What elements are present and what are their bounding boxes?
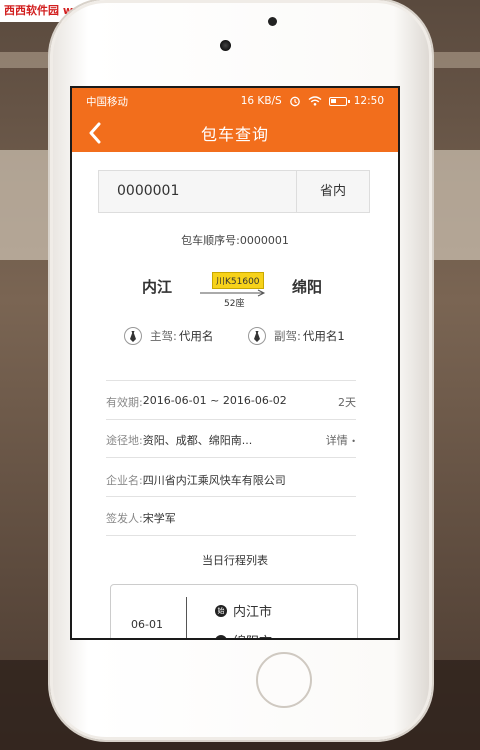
nav-bar: 包车查询	[72, 114, 398, 152]
tie-icon	[124, 327, 142, 345]
status-bar: 中国移动 16 KB/S 12:50	[72, 88, 398, 114]
clock-time: 12:50	[353, 95, 384, 107]
company-value: 四川省内江乘风快车有限公司	[142, 474, 286, 487]
charter-number-input[interactable]: 0000001	[99, 171, 296, 212]
itinerary-date: 06-01	[131, 618, 163, 631]
itinerary-stop: 绵阳市	[215, 631, 272, 638]
seat-count: 52座	[224, 299, 245, 309]
home-button[interactable]	[256, 652, 312, 708]
validity-label: 有效期:	[106, 396, 143, 409]
divider	[106, 496, 356, 497]
validity-days: 2天	[338, 396, 356, 409]
via-value: 资阳、成都、绵阳南...	[142, 434, 253, 447]
itinerary-title: 当日行程列表	[202, 554, 268, 567]
itinerary-stop: 始 内江市	[215, 601, 272, 620]
destination-city: 绵阳	[292, 278, 323, 296]
company-row: 企业名: 四川省内江乘风快车有限公司	[106, 472, 356, 488]
main-driver-name: 代用名	[178, 329, 214, 343]
alarm-icon	[289, 96, 300, 107]
divider	[106, 535, 356, 536]
phone-speaker	[268, 17, 277, 26]
tie-icon	[248, 327, 266, 345]
start-badge: 始	[215, 604, 227, 617]
issuer-value: 宋学军	[142, 512, 176, 525]
carrier-label: 中国移动	[86, 95, 128, 108]
back-arrow-icon[interactable]	[84, 120, 108, 146]
app-screen: 中国移动 16 KB/S 12:50 包车查询 0000001 省内 包车顺序号…	[70, 86, 400, 640]
validity-value: 2016-06-01 ~ 2016-06-02	[142, 394, 287, 407]
phone-camera	[220, 40, 231, 51]
divider	[106, 457, 356, 458]
route-summary: 内江 川K51600 52座 绵阳	[72, 262, 398, 312]
stop-name: 内江市	[233, 605, 273, 620]
co-driver: 副驾: 代用名1	[248, 327, 345, 345]
validity-row: 有效期: 2016-06-01 ~ 2016-06-02 2天	[106, 394, 356, 410]
via-row[interactable]: 途径地: 资阳、成都、绵阳南... 详情 •	[106, 432, 356, 448]
co-driver-name: 代用名1	[302, 329, 345, 343]
divider	[106, 380, 356, 381]
page-title: 包车查询	[200, 125, 269, 144]
main-driver-label: 主驾:	[150, 329, 177, 343]
via-label: 途径地:	[106, 434, 143, 447]
province-selector[interactable]: 省内	[296, 171, 369, 212]
search-box: 0000001 省内	[98, 170, 370, 213]
main-driver: 主驾: 代用名	[124, 327, 213, 345]
co-driver-label: 副驾:	[274, 329, 301, 343]
wifi-icon	[308, 96, 322, 106]
license-plate: 川K51600	[212, 272, 264, 289]
issuer-row: 签发人: 宋学军	[106, 510, 356, 526]
timeline-line	[186, 597, 187, 638]
network-speed: 16 KB/S	[240, 95, 282, 107]
via-details-link[interactable]: 详情 •	[326, 432, 356, 448]
stop-name: 绵阳市	[233, 631, 272, 638]
divider	[106, 419, 356, 420]
battery-icon	[328, 96, 350, 106]
sequence-number: 包车顺序号:0000001	[181, 234, 289, 247]
itinerary-card: 06-01 始 内江市 绵阳市	[110, 584, 358, 638]
origin-city: 内江	[142, 278, 173, 296]
issuer-label: 签发人:	[106, 512, 143, 525]
stop-dot	[215, 634, 227, 638]
company-label: 企业名:	[106, 474, 143, 487]
